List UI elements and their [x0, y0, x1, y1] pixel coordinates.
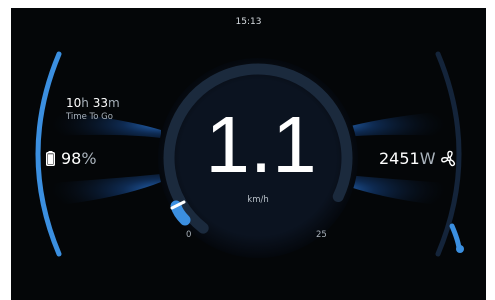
power-value: 2451 [379, 149, 420, 168]
power-arc-fill [449, 223, 462, 251]
power-arc-knob [456, 245, 464, 253]
time-to-go-label: Time To Go [66, 112, 113, 122]
power-value-group: 2451W [379, 149, 436, 168]
speed-unit: km/h [247, 195, 269, 205]
battery-unit: % [81, 149, 97, 168]
time-to-go-hours-unit: h [81, 96, 89, 110]
time-to-go-minutes-unit: m [108, 96, 120, 110]
speed-value: 1.1 [205, 100, 317, 189]
time-to-go: 10h 33m Time To Go [66, 96, 146, 122]
time-to-go-hours: 10 [66, 96, 82, 110]
battery-readout: 98% [46, 149, 97, 168]
power-readout: 2451W [379, 149, 458, 168]
dashboard-screen: 15:13 10h 33m Time To Go 98% 1.1 km/h 0 … [11, 8, 486, 300]
status-clock: 15:13 [235, 17, 262, 27]
time-to-go-value: 10h 33m [66, 96, 146, 110]
battery-icon [46, 151, 55, 166]
power-unit: W [419, 149, 436, 168]
speed-min-label: 0 [186, 230, 192, 240]
speed-max-label: 25 [316, 230, 327, 240]
fan-icon [440, 150, 455, 166]
battery-percent: 98% [61, 149, 97, 168]
battery-value: 98 [61, 149, 82, 168]
time-to-go-minutes: 33 [92, 96, 108, 110]
